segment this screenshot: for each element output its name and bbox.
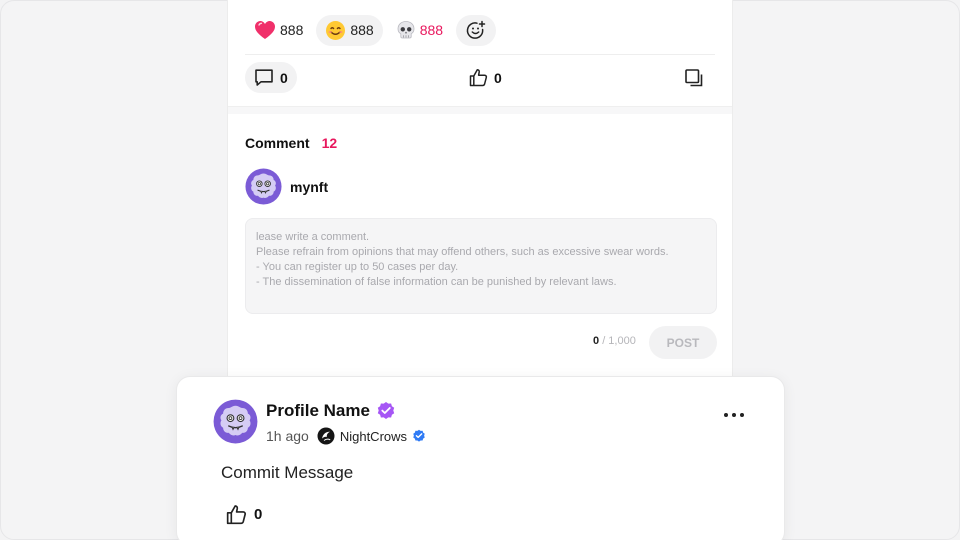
divider [245, 54, 715, 55]
comment-total-count: 12 [321, 135, 338, 151]
comment-card: Profile Name 1h ago NightCrows Commit Me… [176, 376, 785, 540]
reaction-heart-count: 888 [280, 22, 304, 38]
more-options-button[interactable] [722, 405, 746, 425]
verified-channel-icon [413, 429, 425, 442]
copy-icon [685, 69, 703, 87]
comment-icon [255, 69, 273, 86]
heart-icon [255, 21, 275, 39]
current-user: mynft [245, 168, 328, 205]
reaction-skull-count: 888 [419, 22, 444, 38]
avatar [245, 168, 282, 205]
comment-section-header: Comment 12 [245, 135, 337, 151]
reaction-smile[interactable]: 888 [316, 14, 383, 46]
placeholder-line: Please refrain from opinions that may of… [256, 246, 669, 258]
skull-icon [397, 21, 415, 39]
comment-meta: 1h ago NightCrows [266, 427, 426, 445]
channel-logo-icon [317, 427, 335, 445]
like-count: 0 [494, 69, 502, 86]
add-reaction-button[interactable] [456, 14, 497, 46]
placeholder-line: - The dissemination of false information… [256, 276, 617, 288]
comment-input[interactable]: lease write a comment. Please refrain fr… [245, 218, 717, 314]
placeholder-line: - You can register up to 50 cases per da… [256, 261, 459, 273]
add-emoji-icon [466, 20, 486, 39]
reaction-bar: 888 888 888 [245, 14, 497, 46]
thumbs-up-icon [226, 505, 247, 525]
timestamp: 1h ago [266, 428, 309, 444]
reaction-heart[interactable]: 888 [245, 15, 312, 46]
avatar[interactable] [213, 399, 258, 444]
profile-name[interactable]: Profile Name [266, 401, 370, 421]
more-dots-icon [724, 413, 744, 417]
placeholder-line: lease write a comment. [256, 231, 370, 243]
channel-name[interactable]: NightCrows [340, 429, 407, 444]
character-counter: 0 / 1,000 [593, 335, 636, 347]
comment-count: 0 [280, 69, 288, 86]
profile-name-row: Profile Name [266, 401, 396, 421]
character-limit: / 1,000 [602, 335, 636, 347]
character-count: 0 [593, 335, 600, 347]
comment-button[interactable]: 0 [245, 62, 297, 93]
post-action-bar: 0 0 [245, 62, 715, 94]
post-button[interactable]: POST [649, 326, 717, 359]
comment-message: Commit Message [221, 463, 354, 482]
comment-like-count: 0 [254, 506, 263, 523]
copy-button[interactable] [683, 67, 705, 89]
post-card: 888 888 888 0 0 Comment 12 mynft lease w… [227, 0, 733, 380]
thumbs-up-icon [469, 69, 488, 87]
smile-icon [326, 20, 346, 40]
comment-section-title: Comment [245, 135, 310, 151]
comment-like-button[interactable]: 0 [226, 504, 262, 525]
reaction-skull[interactable]: 888 [387, 15, 452, 46]
reaction-smile-count: 888 [350, 22, 374, 38]
verified-badge-icon [377, 402, 395, 419]
current-user-name: mynft [290, 178, 329, 195]
section-divider [228, 106, 732, 114]
like-button[interactable]: 0 [469, 62, 502, 93]
